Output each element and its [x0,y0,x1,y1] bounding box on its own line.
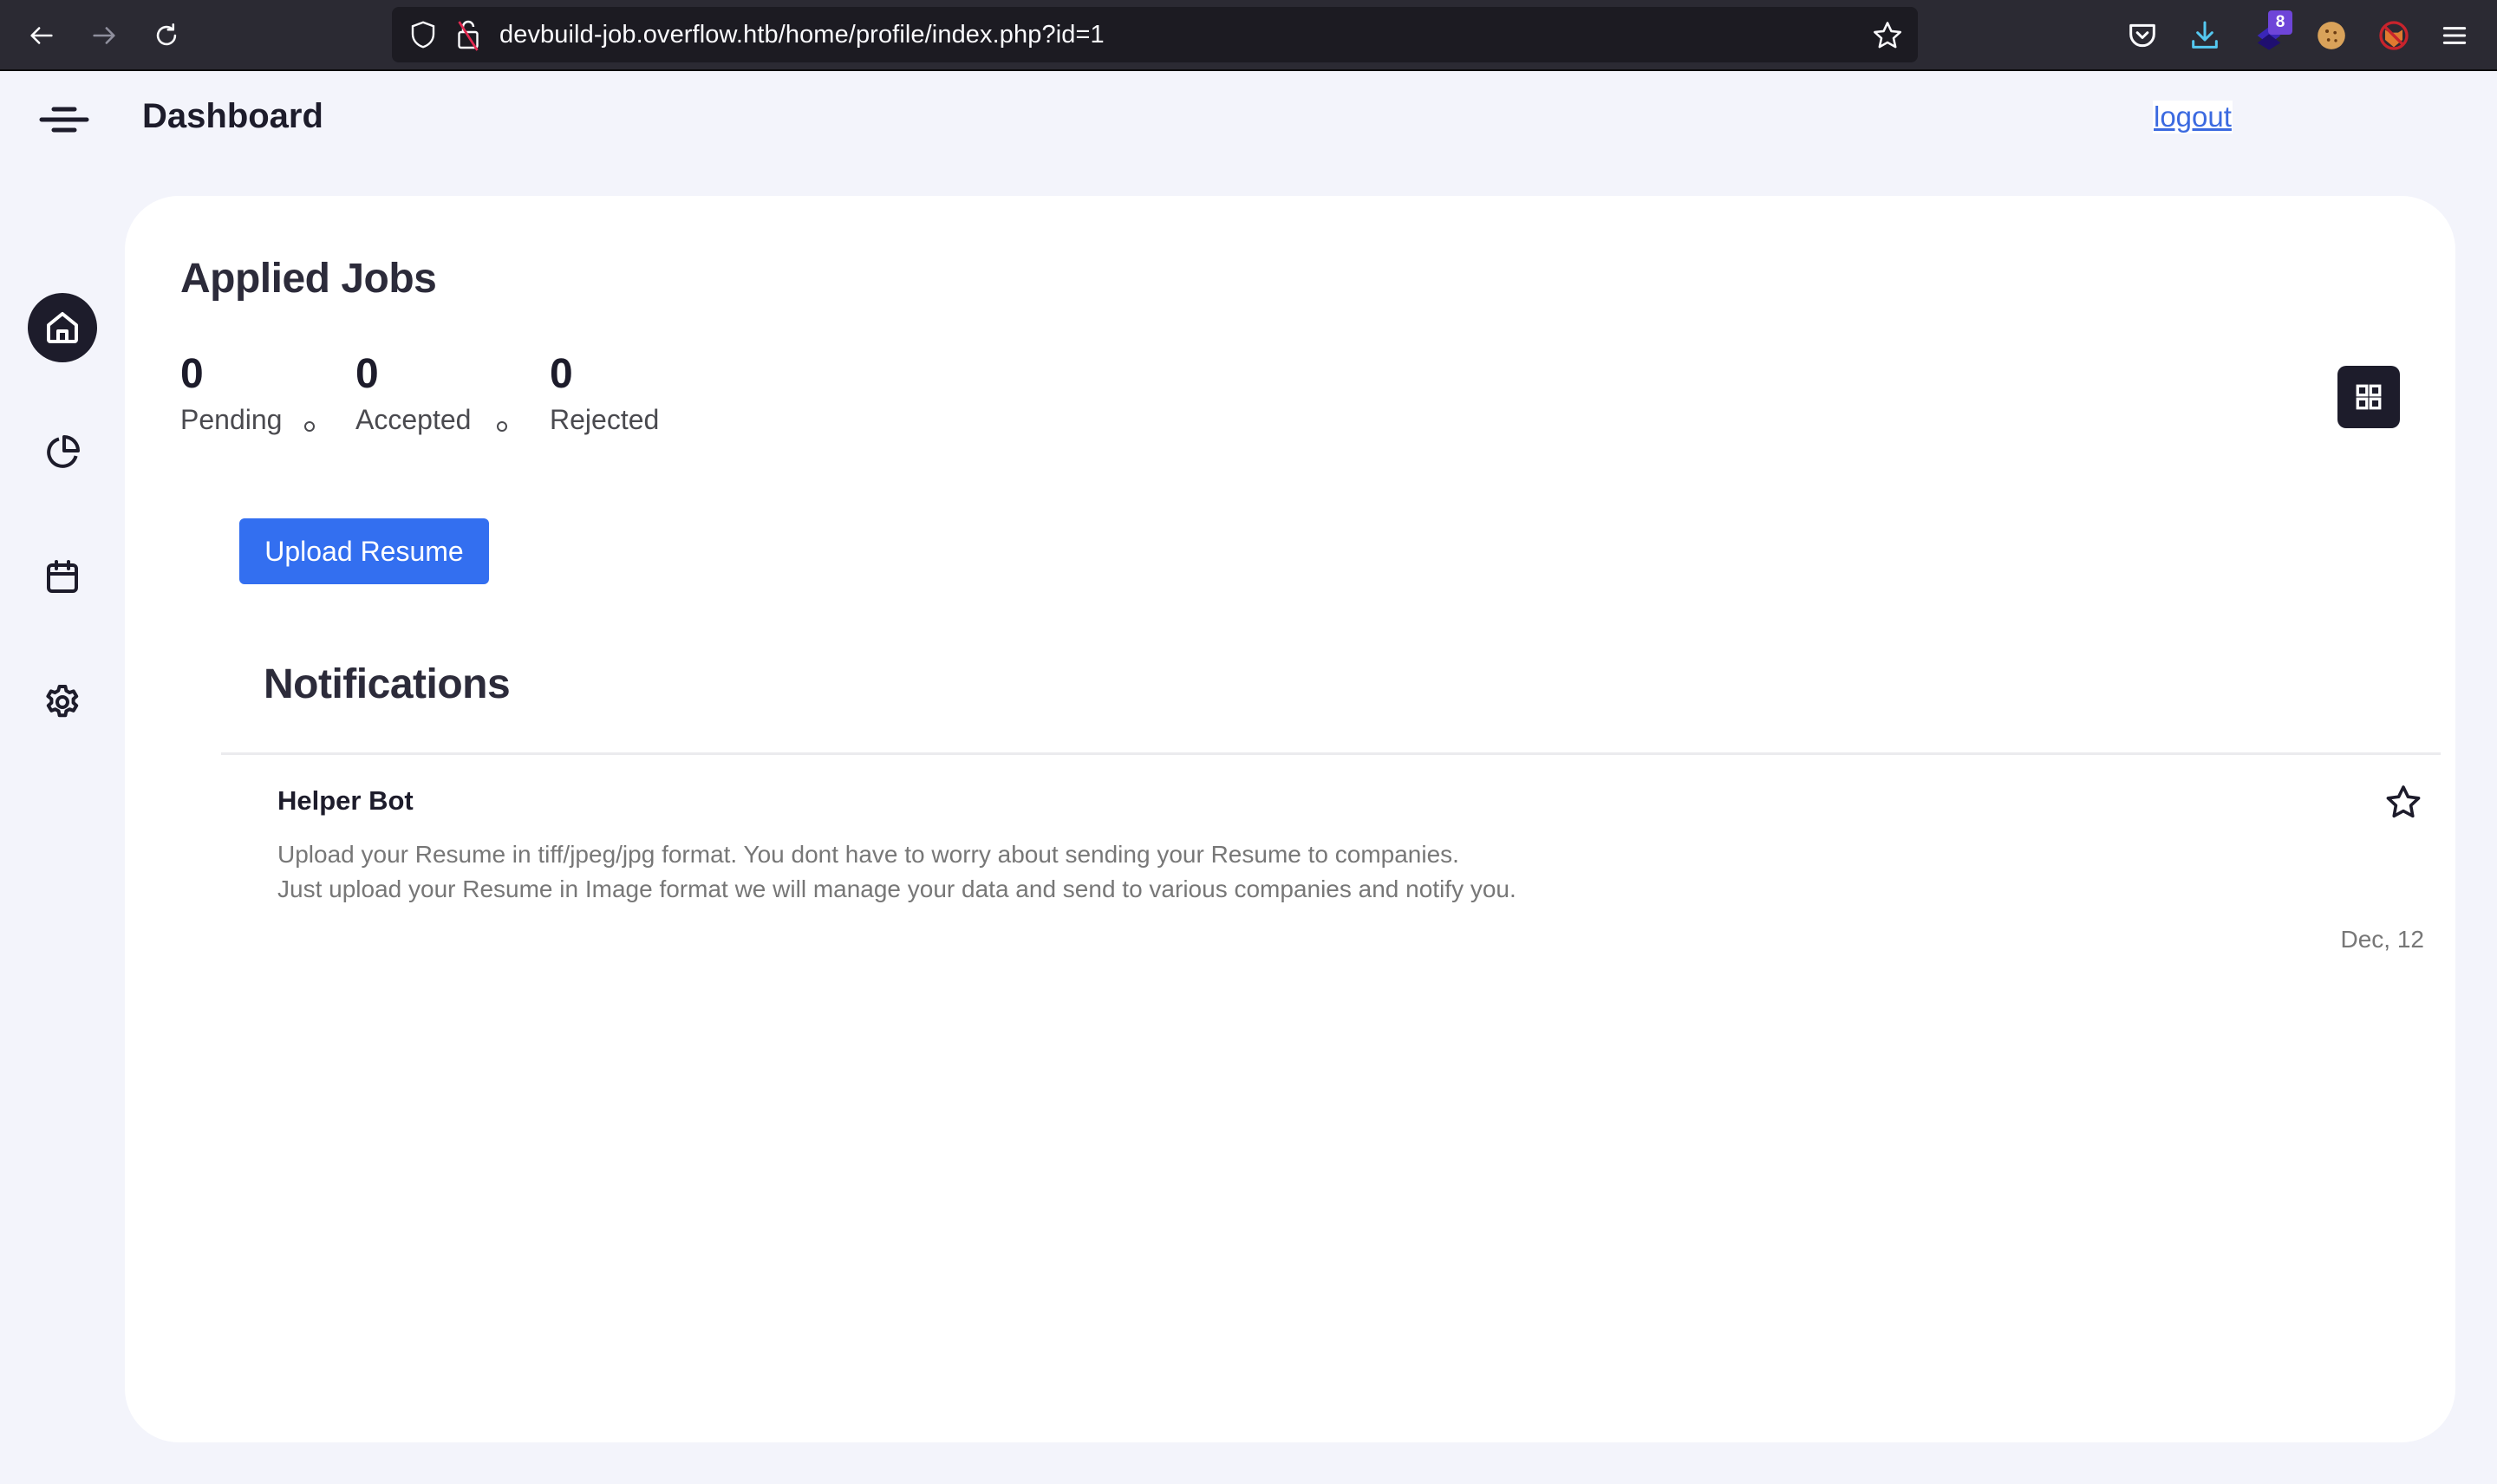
address-bar[interactable]: devbuild-job.overflow.htb/home/profile/i… [392,7,1918,62]
stat-value: 0 [180,351,204,397]
reload-icon [156,23,177,46]
notifications-title: Notifications [264,661,511,707]
sidebar-item-home[interactable] [28,293,97,362]
main-card: Applied Jobs 0 Pending 0 Accepted 0 Reje… [125,196,2455,1442]
reload-button[interactable] [149,18,184,53]
star-icon[interactable] [2383,782,2424,823]
pocket-icon [2129,23,2155,48]
notification-line: Just upload your Resume in Image format … [277,875,1516,902]
back-icon [30,27,53,44]
extension-badge: 8 [2268,10,2292,35]
shield-icon[interactable] [407,19,439,50]
cookie-extension-icon [2318,22,2345,49]
stat-label: Rejected [550,404,660,435]
notification-date: Dec, 12 [2340,926,2425,953]
upload-resume-button[interactable]: Upload Resume [239,518,489,584]
notification-body: Upload your Resume in tiff/jpeg/jpg form… [277,837,1516,907]
home-icon [47,312,78,343]
blocked-fox-extension-icon [2379,21,2409,50]
grid-icon [2356,384,2382,410]
stat-accepted: 0 Accepted [355,350,471,437]
calendar-icon [47,560,78,593]
page-title: Dashboard [142,97,323,135]
divider [221,752,2441,755]
notification-line: Upload your Resume in tiff/jpeg/jpg form… [277,841,1459,868]
menu-icon [2442,27,2467,44]
layers-extension-button[interactable]: 8 [2249,10,2292,55]
forward-icon [93,27,115,44]
url-text[interactable]: devbuild-job.overflow.htb/home/profile/i… [499,7,1105,62]
cookie-extension-button[interactable] [2311,16,2351,55]
grid-view-button[interactable] [2337,366,2400,428]
back-button[interactable] [24,18,59,53]
separator-dot-icon [497,421,507,432]
gear-icon [46,685,79,718]
sidebar-item-calendar[interactable] [28,543,97,612]
insecure-lock-icon[interactable] [453,17,484,52]
sidebar-toggle-icon[interactable] [38,101,90,139]
pocket-button[interactable] [2122,16,2162,55]
bookmark-star-icon[interactable] [1871,19,1904,52]
downloads-button[interactable] [2185,16,2225,55]
forward-button[interactable] [87,18,121,53]
stat-value: 0 [550,351,573,397]
separator-dot-icon [304,421,315,432]
app-menu-button[interactable] [2435,16,2474,55]
logout-link[interactable]: logout [2153,101,2233,133]
pie-chart-icon [47,435,80,468]
sidebar-item-analytics[interactable] [28,418,97,487]
stat-pending: 0 Pending [180,350,282,437]
notification-sender: Helper Bot [277,785,414,816]
stat-rejected: 0 Rejected [550,350,659,437]
blocked-fox-extension-button[interactable] [2374,16,2414,55]
applied-jobs-title: Applied Jobs [180,256,437,302]
stat-label: Accepted [355,404,472,435]
sidebar-item-settings[interactable] [28,667,97,737]
stat-value: 0 [355,351,379,397]
downloads-icon [2192,21,2218,49]
stat-label: Pending [180,404,283,435]
notification-item: Helper Bot Upload your Resume in tiff/jp… [277,782,2424,976]
browser-toolbar: devbuild-job.overflow.htb/home/profile/i… [0,0,2497,71]
